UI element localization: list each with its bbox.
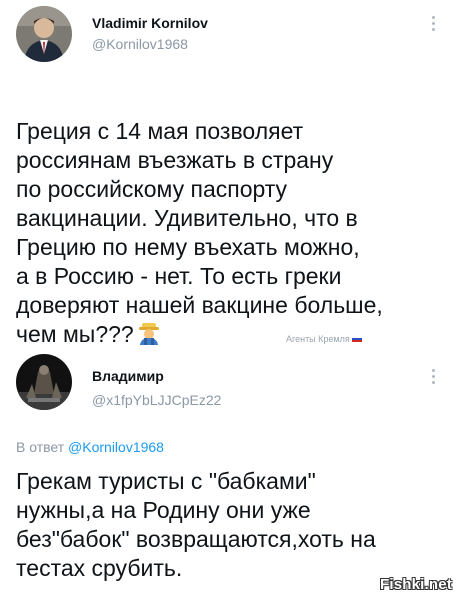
reply-to-line: В ответ @Kornilov1968 <box>16 439 164 455</box>
reply-text: Грекам туристы с "бабками" нужны,а на Ро… <box>16 468 376 581</box>
reply-author-name[interactable]: Владимир <box>92 368 164 384</box>
reply-more-options-icon[interactable] <box>432 369 436 387</box>
tweet-text: Греция с 14 мая позволяет россиянам въез… <box>16 88 456 349</box>
tweet-text-content: Греция с 14 мая позволяет россиянам въез… <box>16 118 383 347</box>
reply-prefix: В ответ <box>16 439 69 455</box>
reply-author-handle[interactable]: @x1fpYbLJJCpEz22 <box>92 392 221 408</box>
watermark-text: Агенты Кремля <box>286 334 350 344</box>
watermark-label: Агенты Кремля <box>286 334 362 344</box>
russia-flag-icon <box>351 336 362 342</box>
author-avatar[interactable] <box>16 6 72 62</box>
site-watermark: Fishki.net <box>380 576 453 593</box>
more-options-icon[interactable] <box>432 16 436 34</box>
reply-mention-link[interactable]: @Kornilov1968 <box>68 439 164 455</box>
reply-author-avatar[interactable] <box>16 354 72 410</box>
author-name[interactable]: Vladimir Kornilov <box>92 15 208 31</box>
author-handle[interactable]: @Kornilov1968 <box>92 36 188 52</box>
farmer-emoji-icon <box>138 323 160 345</box>
